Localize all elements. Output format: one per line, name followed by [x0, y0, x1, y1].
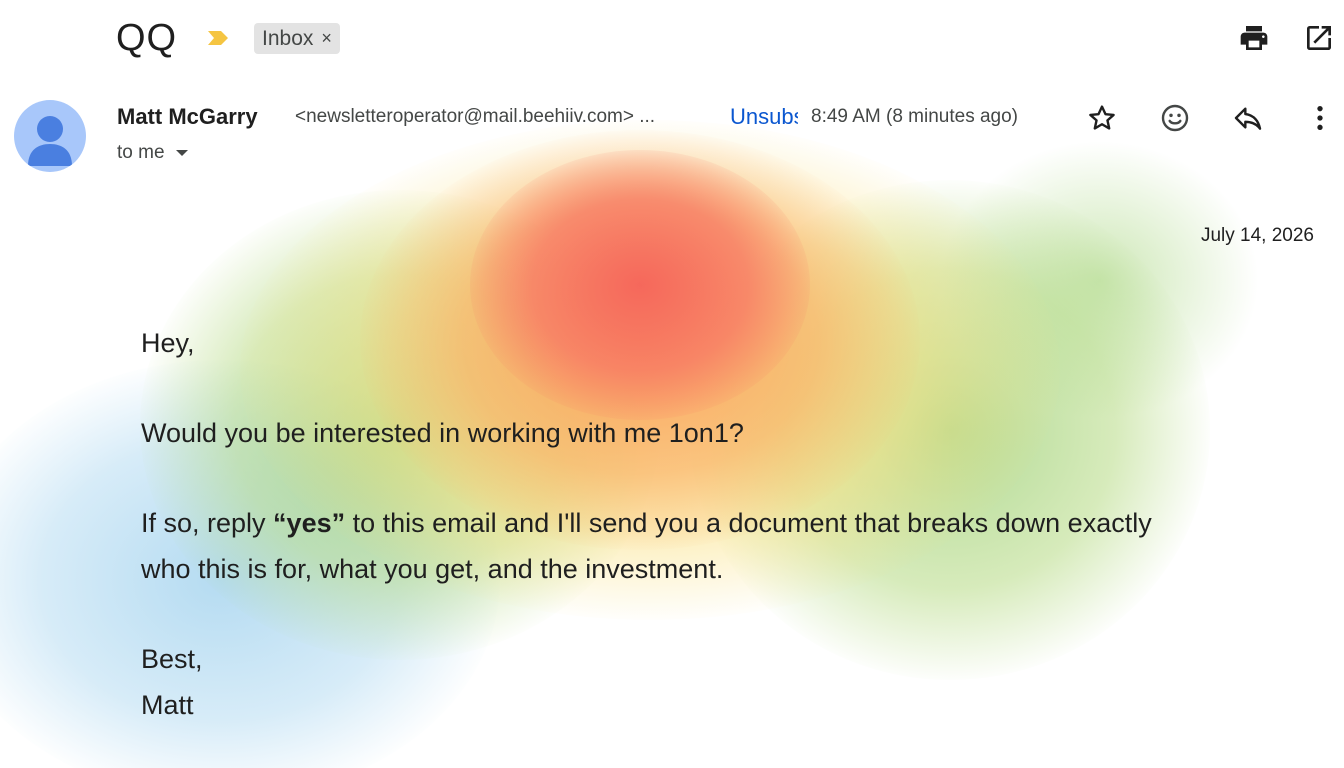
- subject-bar: QQ Inbox ×: [0, 0, 1344, 80]
- sender-name[interactable]: Matt McGarry: [117, 104, 258, 130]
- email-body: Hey, Would you be interested in working …: [141, 320, 1321, 728]
- email-view: QQ Inbox × Matt McGarry <newsletteropera…: [0, 0, 1344, 768]
- emoji-reaction-icon[interactable]: [1159, 102, 1191, 134]
- star-icon[interactable]: [1086, 102, 1118, 134]
- recipient-dropdown[interactable]: to me: [117, 142, 189, 164]
- default-avatar-icon: [28, 116, 72, 166]
- more-vert-icon[interactable]: [1304, 102, 1336, 134]
- sender-header: Matt McGarry <newsletteroperator@mail.be…: [0, 96, 1344, 176]
- body-offer-prefix: If so, reply: [141, 508, 274, 538]
- body-offer-bold: “yes”: [273, 508, 346, 538]
- body-greeting: Hey,: [141, 328, 195, 358]
- sender-email: <newsletteroperator@mail.beehiiv.com> ..…: [295, 106, 656, 127]
- email-date: July 14, 2026: [1200, 225, 1314, 246]
- body-question: Would you be interested in working with …: [141, 418, 744, 448]
- unsubscribe-link[interactable]: Unsubscribe: [730, 104, 798, 130]
- body-offer-line-2: who this is for, what you get, and the i…: [141, 554, 724, 584]
- body-offer-line-1: If so, reply “yes” to this email and I'l…: [141, 500, 1321, 546]
- open-in-new-window-icon[interactable]: [1303, 22, 1335, 54]
- print-icon[interactable]: [1238, 22, 1270, 54]
- body-signature: Matt: [141, 690, 194, 720]
- email-timestamp: 8:49 AM (8 minutes ago): [811, 106, 1018, 127]
- body-offer-suffix: to this email and I'll send you a docume…: [345, 508, 1152, 538]
- email-content: QQ Inbox × Matt McGarry <newsletteropera…: [0, 0, 1344, 768]
- reply-icon[interactable]: [1232, 102, 1264, 134]
- label-chip-text: Inbox: [262, 26, 314, 50]
- label-chip-inbox: Inbox ×: [254, 23, 340, 54]
- recipient-text: to me: [117, 142, 165, 163]
- remove-label-button[interactable]: ×: [321, 28, 332, 49]
- caret-down-icon: [175, 150, 188, 156]
- email-subject: QQ: [116, 17, 178, 59]
- importance-marker-icon[interactable]: [206, 29, 230, 47]
- body-signoff: Best,: [141, 644, 203, 674]
- avatar[interactable]: [14, 100, 86, 172]
